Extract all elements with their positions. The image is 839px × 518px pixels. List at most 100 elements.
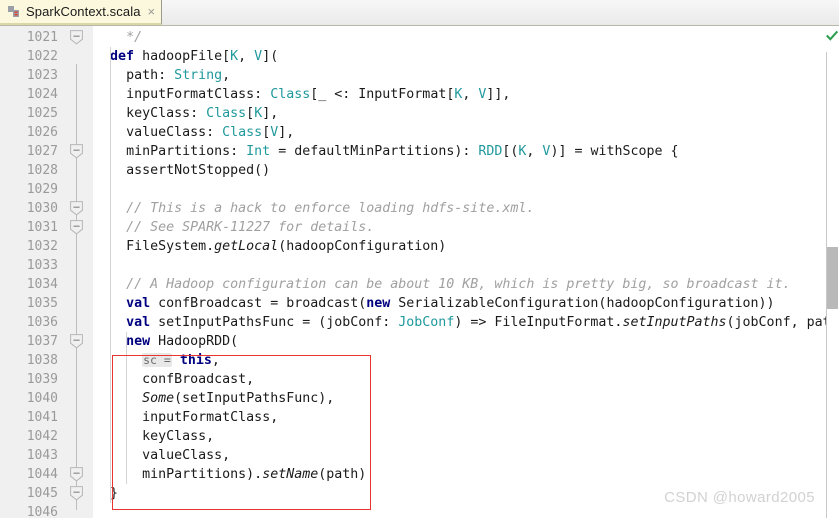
code-token-pl: [( — [502, 144, 519, 159]
code-editor[interactable]: 1021 1022 1023 1024 1025 1026 1027 1028 1029 1030… — [0, 26, 839, 518]
fold-toggle-icon[interactable] — [70, 144, 83, 159]
code-token-pl: inputFormatClass, — [142, 410, 279, 425]
code-token-pl: SerializableConfiguration(hadoopConfigur… — [390, 296, 775, 311]
code-token-pl: HadoopRDD( — [150, 334, 239, 349]
line-number: 1046 — [26, 505, 58, 518]
code-line: inputFormatClass, — [142, 408, 278, 427]
line-number: 1034 — [26, 277, 58, 292]
green-check-icon — [826, 29, 839, 41]
code-token-cmt: */ — [126, 30, 143, 45]
code-line: FileSystem.getLocal(hadoopConfiguration) — [126, 237, 446, 256]
line-number: 1033 — [26, 258, 58, 273]
line-number: 1024 — [26, 87, 58, 102]
code-token-ty: Class — [206, 106, 247, 121]
code-line: sc = this, — [142, 351, 220, 370]
code-token-pl: confBroadcast, — [142, 372, 255, 387]
code-token-pl: inputFormatClass: — [126, 87, 271, 102]
code-token-pl: InputFormat[ — [358, 87, 455, 102]
fold-toggle-icon[interactable] — [70, 334, 83, 349]
close-icon[interactable]: × — [148, 5, 156, 18]
code-line: keyClass: Class[K], — [126, 104, 278, 123]
code-text-area[interactable]: */def hadoopFile[K, V](path: String, inpu… — [94, 26, 839, 518]
code-token-ty: String — [174, 68, 223, 83]
indent-guide — [110, 47, 112, 503]
code-token-pl: = defaultMinPartitions): — [270, 144, 479, 159]
code-token-mth: getLocal — [214, 239, 279, 254]
vertical-scrollbar-thumb[interactable] — [827, 247, 838, 309]
code-token-pl: , — [238, 49, 255, 64]
editor-tab-bar: SparkContext.scala × — [0, 0, 839, 26]
line-number: 1030 — [26, 201, 58, 216]
code-token-ty: Class — [270, 87, 311, 102]
code-token-pl: keyClass: — [126, 106, 207, 121]
code-line: assertNotStopped() — [126, 161, 270, 180]
code-token-pl: minPartitions). — [142, 467, 263, 482]
code-token-ty: RDD — [478, 144, 503, 159]
line-number: 1021 — [26, 30, 58, 45]
code-token-pl: setInputPathsFunc = (jobConf: — [150, 315, 399, 330]
code-line: */ — [126, 28, 142, 47]
code-token-pl: minPartitions: — [126, 144, 247, 159]
code-token-ty: Class — [222, 125, 263, 140]
code-token-pl: , — [222, 68, 231, 83]
code-line: inputFormatClass: Class[_ <: InputFormat… — [126, 85, 510, 104]
scala-file-icon — [6, 4, 22, 20]
fold-toggle-icon[interactable] — [70, 486, 83, 501]
code-token-pl: keyClass, — [142, 429, 215, 444]
editor-tab-sparkcontext-scala[interactable]: SparkContext.scala × — [0, 0, 163, 25]
code-token-pl: path: — [126, 68, 175, 83]
line-number: 1043 — [26, 448, 58, 463]
code-token-pl: hadoopFile[ — [134, 49, 231, 64]
code-line: Some(setInputPathsFunc), — [142, 389, 334, 408]
watermark-text: CSDN @howard2005 — [664, 489, 815, 506]
line-number: 1032 — [26, 239, 58, 254]
code-token-pl: [ — [246, 106, 255, 121]
code-token-pl: valueClass: — [126, 125, 223, 140]
fold-toggle-icon[interactable] — [70, 30, 83, 45]
fold-region-connector-line — [76, 64, 77, 510]
code-folding-gutter[interactable] — [66, 26, 93, 518]
line-number-gutter: 1021 1022 1023 1024 1025 1026 1027 1028 1029 1030… — [0, 26, 93, 518]
line-number: 1029 — [26, 182, 58, 197]
code-line: // A Hadoop configuration can be about 1… — [126, 275, 790, 294]
line-number: 1022 — [26, 49, 58, 64]
code-token-pl: } — [110, 486, 119, 501]
fold-toggle-icon[interactable] — [70, 220, 83, 235]
code-token-ty: Int — [246, 144, 271, 159]
line-number: 1041 — [26, 410, 58, 425]
code-line: confBroadcast, — [142, 370, 254, 389]
code-line: path: String, — [126, 66, 230, 85]
code-line: val setInputPathsFunc = (jobConf: JobCon… — [126, 313, 839, 332]
code-line: def hadoopFile[K, V]( — [110, 47, 278, 66]
code-token-pl: ], — [262, 106, 279, 121]
code-token-cmt: // See SPARK-11227 for details. — [126, 220, 375, 235]
code-line: new HadoopRDD( — [126, 332, 238, 351]
code-token-pl: valueClass, — [142, 448, 231, 463]
code-token-pl: ]], — [486, 87, 511, 102]
code-token-pl: assertNotStopped() — [126, 163, 271, 178]
line-number: 1025 — [26, 106, 58, 121]
code-line: keyClass, — [142, 427, 214, 446]
code-token-pl: [_ <: — [310, 87, 359, 102]
code-token-mth: setName — [262, 467, 319, 482]
line-number: 1039 — [26, 372, 58, 387]
code-line: valueClass: Class[V], — [126, 123, 294, 142]
line-number: 1036 — [26, 315, 58, 330]
code-token-pl: (jobConf, path) — [726, 315, 839, 330]
code-token-ty: K — [230, 49, 239, 64]
line-number: 1037 — [26, 334, 58, 349]
fold-toggle-icon[interactable] — [70, 467, 83, 482]
code-token-pl: , — [211, 353, 220, 368]
editor-tab-label: SparkContext.scala — [26, 4, 141, 19]
code-token-kw: this — [179, 353, 212, 368]
fold-toggle-icon[interactable] — [70, 201, 83, 216]
code-line: val confBroadcast = broadcast(new Serial… — [126, 294, 774, 313]
code-line: } — [110, 484, 118, 503]
line-number: 1044 — [26, 467, 58, 482]
code-token-kw: new — [126, 334, 151, 349]
line-number: 1040 — [26, 391, 58, 406]
line-number: 1031 — [26, 220, 58, 235]
code-token-mth: setInputPaths — [622, 315, 727, 330]
code-token-kw: val — [126, 296, 151, 311]
